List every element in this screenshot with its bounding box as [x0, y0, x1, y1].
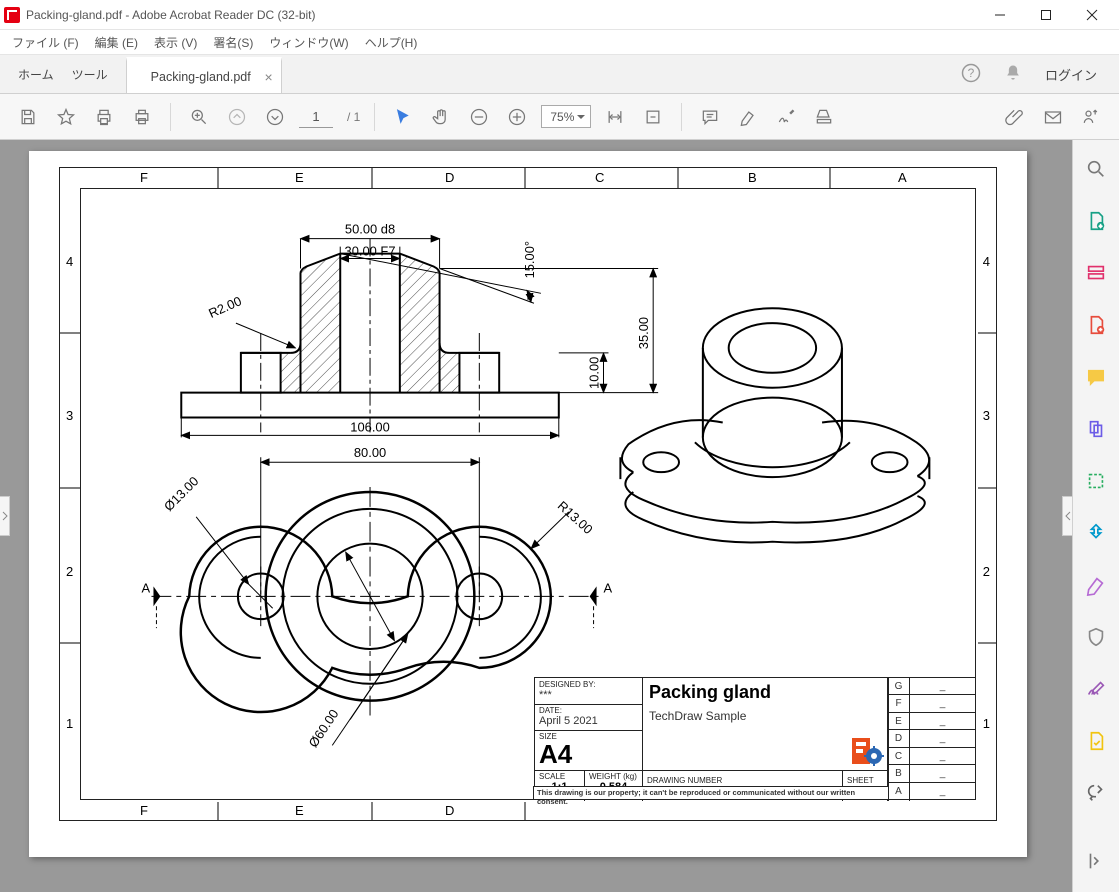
printer-icon[interactable] — [128, 103, 156, 131]
comment-icon[interactable] — [696, 103, 724, 131]
menu-window[interactable]: ウィンドウ(W) — [263, 32, 354, 53]
tab-bar: ホーム ツール Packing-gland.pdf × ? ログイン — [0, 54, 1119, 94]
bell-icon[interactable] — [1003, 63, 1023, 86]
highlight-icon[interactable] — [734, 103, 762, 131]
drawing-frame: 50.00 d8 30.00 F7 R2.00 — [59, 167, 997, 821]
zoom-tool-icon[interactable] — [185, 103, 213, 131]
sign-icon[interactable] — [772, 103, 800, 131]
combine-icon[interactable] — [1083, 416, 1109, 442]
login-link[interactable]: ログイン — [1045, 65, 1097, 84]
zoom-in-icon[interactable] — [503, 103, 531, 131]
tab-home[interactable]: ホーム — [18, 66, 54, 83]
collapse-panel-icon[interactable] — [1083, 848, 1109, 874]
stamp-icon[interactable] — [810, 103, 838, 131]
more-tools-icon[interactable] — [1083, 780, 1109, 806]
help-icon[interactable]: ? — [961, 63, 981, 86]
nav-pane-toggle[interactable] — [0, 496, 10, 536]
attachment-icon[interactable] — [1001, 103, 1029, 131]
hand-tool-icon[interactable] — [427, 103, 455, 131]
content-area: 50.00 d8 30.00 F7 R2.00 — [0, 140, 1119, 892]
redact-icon[interactable] — [1083, 572, 1109, 598]
maximize-button[interactable] — [1023, 0, 1069, 30]
document-viewer[interactable]: 50.00 d8 30.00 F7 R2.00 — [0, 140, 1072, 892]
window-titlebar: Packing-gland.pdf - Adobe Acrobat Reader… — [0, 0, 1119, 30]
request-sign-icon[interactable] — [1083, 728, 1109, 754]
organize-icon[interactable] — [1083, 468, 1109, 494]
menu-edit[interactable]: 編集 (E) — [89, 32, 144, 53]
email-icon[interactable] — [1039, 103, 1067, 131]
star-icon[interactable] — [52, 103, 80, 131]
save-icon[interactable] — [14, 103, 42, 131]
edit-pdf-icon[interactable] — [1083, 260, 1109, 286]
close-tab-icon[interactable]: × — [265, 69, 273, 85]
close-button[interactable] — [1069, 0, 1115, 30]
fill-sign-icon[interactable] — [1083, 676, 1109, 702]
comment-panel-icon[interactable] — [1083, 364, 1109, 390]
menu-sign[interactable]: 署名(S) — [207, 32, 259, 53]
menu-file[interactable]: ファイル (F) — [6, 32, 85, 53]
tools-pane-toggle[interactable] — [1062, 496, 1072, 536]
menu-view[interactable]: 表示 (V) — [148, 32, 203, 53]
menu-bar: ファイル (F) 編集 (E) 表示 (V) 署名(S) ウィンドウ(W) ヘル… — [0, 30, 1119, 54]
right-tool-panel — [1072, 140, 1119, 892]
fit-page-icon[interactable] — [639, 103, 667, 131]
svg-text:?: ? — [968, 66, 975, 80]
share-icon[interactable] — [1077, 103, 1105, 131]
page-down-icon[interactable] — [261, 103, 289, 131]
compress-icon[interactable] — [1083, 520, 1109, 546]
document-tab[interactable]: Packing-gland.pdf × — [126, 57, 282, 93]
zoom-combo[interactable]: 75% — [541, 105, 591, 128]
menu-help[interactable]: ヘルプ(H) — [359, 32, 424, 53]
page-up-icon[interactable] — [223, 103, 251, 131]
minimize-button[interactable] — [977, 0, 1023, 30]
export-pdf-icon[interactable] — [1083, 208, 1109, 234]
zoom-out-icon[interactable] — [465, 103, 493, 131]
pdf-page: 50.00 d8 30.00 F7 R2.00 — [29, 151, 1027, 857]
print-icon[interactable] — [90, 103, 118, 131]
protect-icon[interactable] — [1083, 624, 1109, 650]
toolbar: / 1 75% — [0, 94, 1119, 140]
tab-tools[interactable]: ツール — [72, 66, 108, 83]
app-icon — [4, 7, 20, 23]
zoom-value: 75% — [550, 110, 574, 124]
page-number-input[interactable] — [299, 106, 333, 128]
select-tool-icon[interactable] — [389, 103, 417, 131]
document-tab-label: Packing-gland.pdf — [151, 70, 251, 84]
window-title: Packing-gland.pdf - Adobe Acrobat Reader… — [26, 8, 977, 22]
search-icon[interactable] — [1083, 156, 1109, 182]
create-pdf-icon[interactable] — [1083, 312, 1109, 338]
page-total-label: / 1 — [347, 110, 360, 124]
fit-width-icon[interactable] — [601, 103, 629, 131]
